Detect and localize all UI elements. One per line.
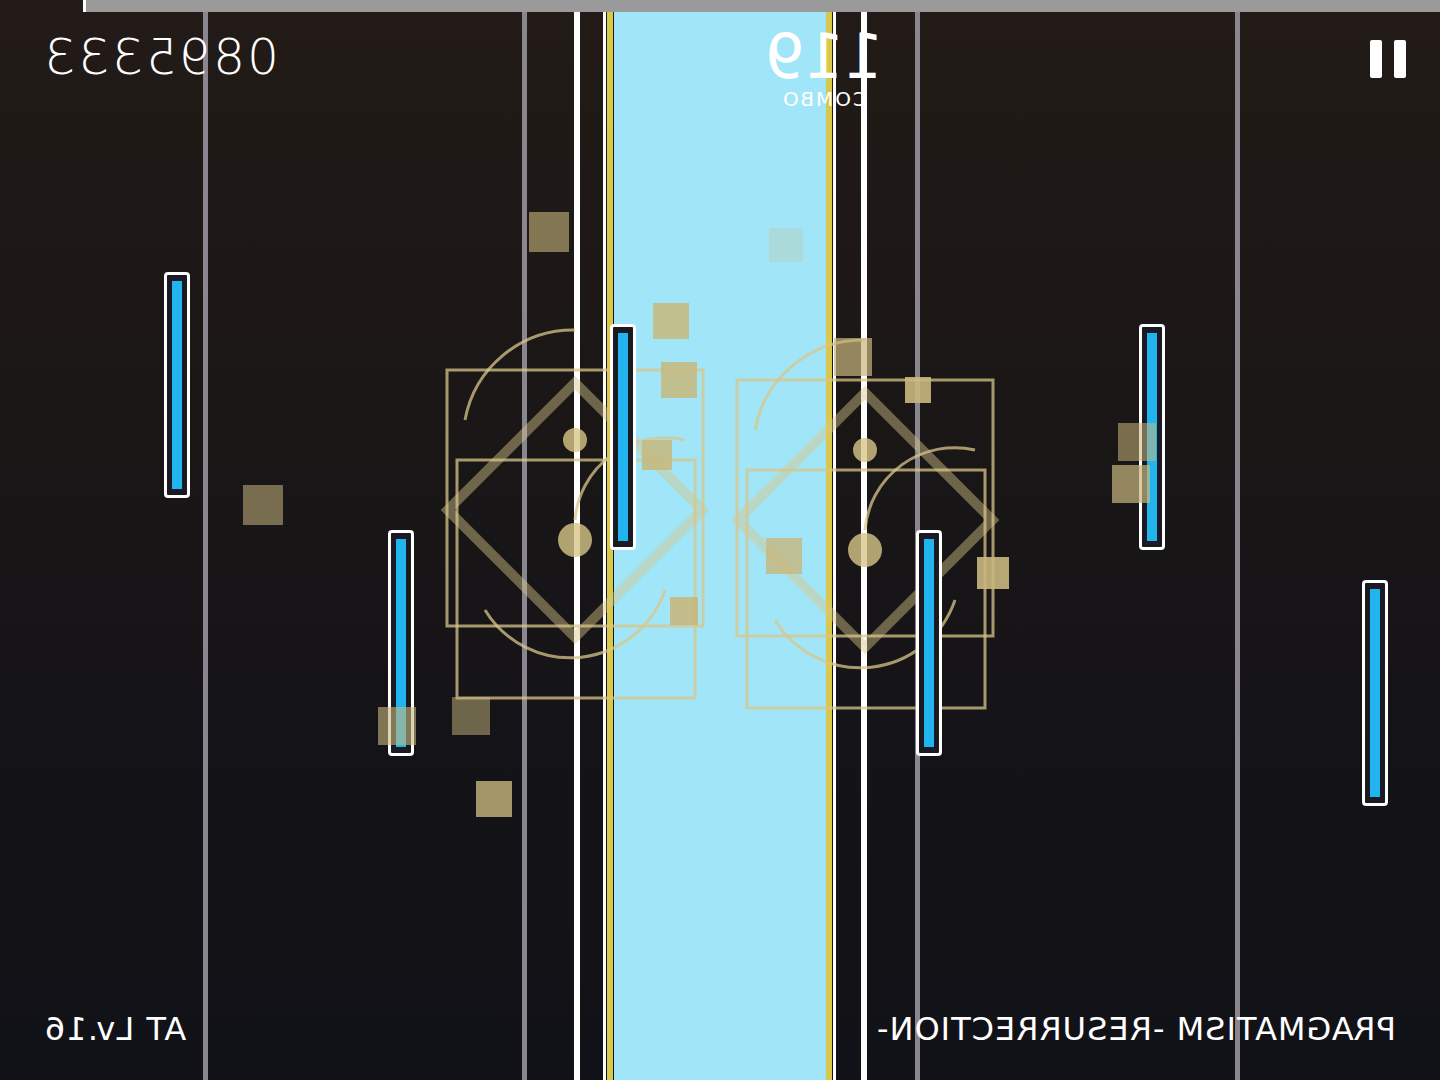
song-title: PRAGMATISM -RESURRECTION- <box>876 1010 1396 1048</box>
judge-line <box>522 12 527 1080</box>
hold-note-core <box>618 333 628 541</box>
hit-particle <box>476 781 512 817</box>
hit-particle <box>769 228 803 262</box>
hit-particle <box>977 557 1009 589</box>
pause-icon[interactable] <box>1370 40 1406 78</box>
judge-line <box>1235 12 1240 1080</box>
hit-particle <box>378 707 416 745</box>
hit-particle <box>905 377 931 403</box>
hit-particle <box>766 538 802 574</box>
hit-particle <box>1118 423 1156 461</box>
judge-line <box>603 12 606 1080</box>
game-stage[interactable]: 0895333 119 COMBO AT Lv.16 PRAGMATISM -R… <box>0 0 1440 1080</box>
hit-particle <box>653 303 689 339</box>
hit-particle <box>661 362 697 398</box>
hit-particle <box>1112 465 1150 503</box>
hit-particle <box>670 597 698 625</box>
hit-effect-icon <box>715 320 1015 740</box>
hold-note-core <box>172 281 182 489</box>
song-progress <box>0 0 1440 12</box>
progress-fill <box>86 0 1440 12</box>
hold-note <box>164 272 190 498</box>
hit-particle <box>243 485 283 525</box>
combo-counter: 119 COMBO <box>765 26 883 110</box>
score: 0895333 <box>42 30 279 85</box>
hold-note-core <box>1370 589 1380 797</box>
hit-particle <box>529 212 569 252</box>
judge-line <box>833 12 836 1080</box>
hit-particle <box>452 697 490 735</box>
hold-note <box>916 530 942 756</box>
progress-tick <box>83 0 86 12</box>
hold-note <box>610 324 636 550</box>
hit-particle <box>834 338 872 376</box>
hold-note-core <box>924 539 934 747</box>
hold-note <box>1362 580 1388 806</box>
judge-line <box>203 12 208 1080</box>
judge-line <box>826 12 832 1080</box>
hit-particle <box>642 440 672 470</box>
difficulty-label: AT Lv.16 <box>44 1010 186 1048</box>
